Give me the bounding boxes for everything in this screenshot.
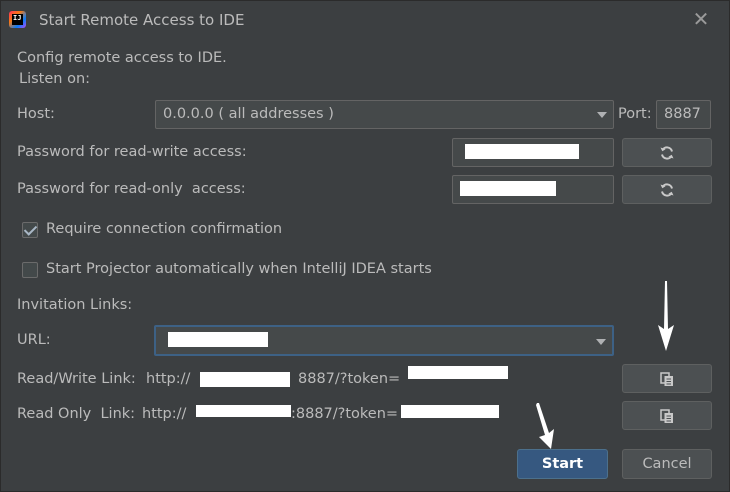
copy-icon — [660, 371, 673, 386]
listen-on-label: Listen on: — [19, 71, 91, 87]
host-select-value: 0.0.0.0 ( all addresses ) — [163, 106, 334, 122]
remote-access-dialog: IJ Start Remote Access to IDE ✕ Config r… — [0, 0, 730, 492]
ro-link-prefix: http:// — [142, 406, 187, 422]
rw-password-label: Password for read-write access: — [17, 144, 247, 160]
chevron-down-icon — [597, 112, 607, 118]
ro-password-field[interactable] — [452, 175, 614, 204]
intellij-app-icon: IJ — [9, 11, 26, 28]
intro-text: Config remote access to IDE. — [17, 50, 227, 66]
rw-password-field[interactable] — [452, 138, 614, 167]
close-icon[interactable]: ✕ — [691, 9, 711, 29]
title-bar: IJ Start Remote Access to IDE ✕ — [1, 1, 729, 41]
require-confirmation-label: Require connection confirmation — [46, 221, 283, 237]
annotation-arrow-icon — [658, 281, 674, 351]
port-label: Port: — [618, 106, 652, 122]
rw-link-label: Read/Write Link: — [17, 371, 136, 387]
redacted-mask — [408, 366, 508, 379]
redacted-mask — [200, 372, 290, 387]
start-button[interactable]: Start — [517, 449, 608, 479]
copy-rw-link-button[interactable] — [622, 364, 712, 393]
ro-link-label: Read Only Link: — [17, 406, 136, 422]
regenerate-ro-password-button[interactable] — [622, 175, 712, 204]
copy-icon — [660, 408, 673, 423]
host-label: Host: — [17, 106, 55, 122]
redacted-mask — [168, 332, 268, 347]
chevron-down-icon — [596, 339, 606, 345]
url-select[interactable] — [154, 325, 614, 356]
redacted-mask — [465, 144, 579, 159]
port-input[interactable]: 8887 — [656, 100, 711, 129]
copy-ro-link-button[interactable] — [622, 401, 712, 430]
annotation-arrow-icon — [536, 403, 554, 449]
refresh-icon — [660, 182, 674, 197]
auto-start-label: Start Projector automatically when Intel… — [46, 261, 432, 277]
regenerate-rw-password-button[interactable] — [622, 138, 712, 167]
window-title: Start Remote Access to IDE — [39, 11, 245, 29]
port-input-value: 8887 — [664, 106, 701, 122]
rw-link-prefix: http:// — [146, 371, 191, 387]
ro-link-mid: :8887/?token= — [291, 406, 399, 422]
url-label: URL: — [17, 332, 51, 348]
redacted-mask — [196, 405, 291, 417]
ro-password-label: Password for read-only access: — [17, 181, 246, 197]
redacted-mask — [460, 181, 556, 196]
auto-start-checkbox[interactable] — [22, 262, 38, 278]
refresh-icon — [660, 145, 674, 160]
invitation-links-heading: Invitation Links: — [17, 297, 133, 313]
require-confirmation-checkbox[interactable] — [22, 222, 38, 238]
cancel-button[interactable]: Cancel — [622, 449, 712, 479]
rw-link-mid: 8887/?token= — [298, 371, 401, 387]
host-select[interactable]: 0.0.0.0 ( all addresses ) — [155, 100, 614, 129]
redacted-mask — [401, 405, 499, 418]
